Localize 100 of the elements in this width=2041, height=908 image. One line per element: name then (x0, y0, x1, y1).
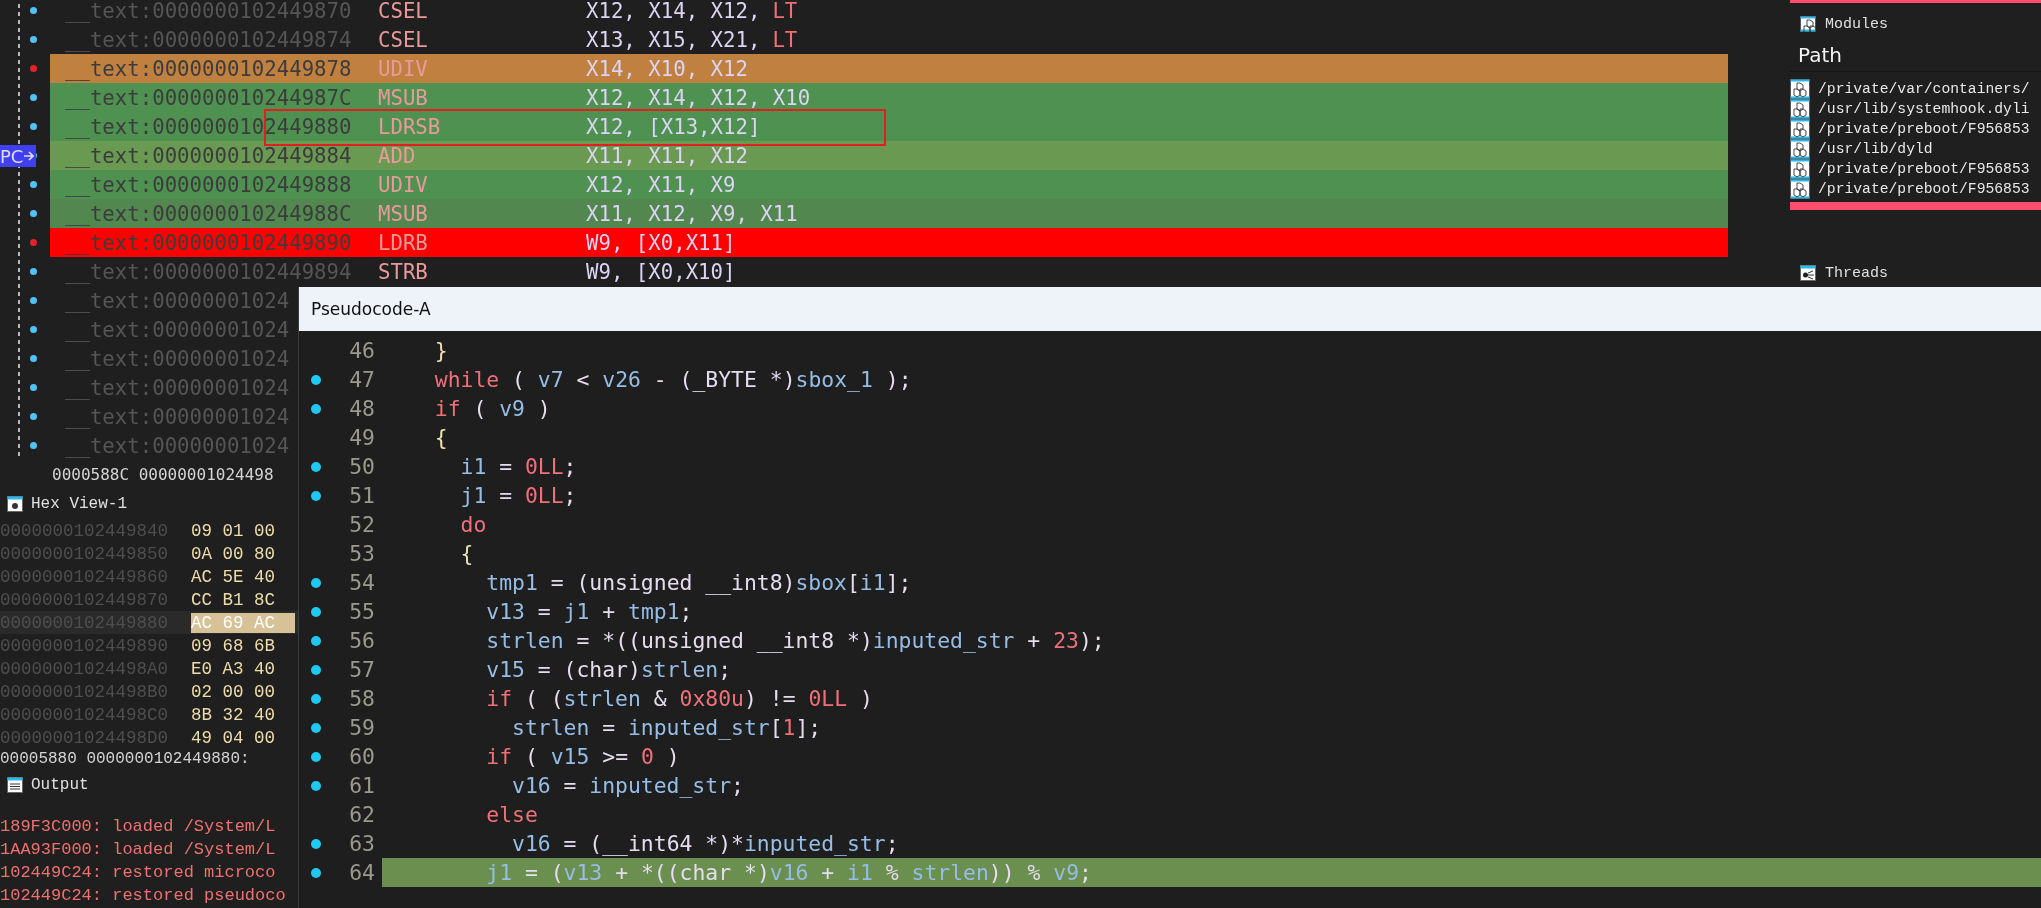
line-number: 51 (348, 483, 375, 508)
condition-code: LT (772, 27, 798, 52)
breakpoint-dot[interactable] (311, 693, 321, 704)
panel-title: Threads (1825, 264, 1888, 282)
operands: W9, [X0,X10] (586, 259, 736, 284)
hex-bytes: 09 01 00 (191, 520, 276, 541)
module-path[interactable]: /private/preboot/F956853 (1818, 161, 2030, 177)
code-line: v16 = inputed_str; (511, 772, 745, 800)
breakpoint-dot[interactable] (30, 181, 37, 188)
breakpoint-dot[interactable] (311, 838, 321, 849)
log-line: 189F3C000: loaded /System/L (0, 817, 276, 836)
column-header: Path (1790, 39, 2041, 72)
operands: W9, [X0,X11] (586, 230, 736, 255)
breakpoint-dot[interactable] (30, 297, 37, 304)
line-number: 62 (348, 802, 375, 827)
mnemonic: UDIV (378, 56, 429, 81)
breakpoint-dot[interactable] (30, 326, 37, 333)
breakpoint-dot[interactable] (30, 210, 37, 217)
breakpoint-dot[interactable] (311, 722, 321, 733)
hex-bytes: AC 5E 40 (191, 566, 276, 587)
line-number: 57 (348, 657, 375, 682)
breakpoint-dot[interactable] (311, 403, 321, 414)
window-title: Pseudocode-A (311, 299, 431, 319)
line-number: 47 (348, 367, 375, 392)
mnemonic: ADD (378, 143, 417, 168)
code-line: i1 = 0LL; (459, 453, 578, 481)
code-line: v15 = (char)strlen; (485, 656, 733, 684)
breakpoint-dot[interactable] (30, 442, 37, 449)
mnemonic: LDRSB (378, 114, 442, 139)
breakpoint-dot[interactable] (30, 36, 37, 43)
cubes-icon (1790, 119, 1810, 139)
line-number: 49 (348, 425, 375, 450)
panel-title: Hex View-1 (31, 495, 127, 513)
line-number: 56 (348, 628, 375, 653)
breakpoint-dot[interactable] (30, 268, 37, 275)
address-label: __text:0000000102449890 (64, 230, 353, 255)
cubes-icon (1790, 179, 1810, 199)
code-line: strlen = inputed_str[1]; (511, 714, 823, 742)
breakpoint-dot[interactable] (30, 65, 37, 72)
operands: X12, X14, X12, (586, 0, 761, 23)
breakpoint-dot[interactable] (311, 867, 321, 878)
line-number: 63 (348, 831, 375, 856)
condition-code: LT (772, 0, 798, 23)
branch-icon (1800, 265, 1816, 281)
breakpoint-dot[interactable] (311, 635, 321, 646)
operands: X12, [X13,X12] (586, 114, 761, 139)
breakpoint-dot[interactable] (311, 577, 321, 588)
code-line: if ( v9 ) (433, 395, 552, 423)
line-number: 50 (348, 454, 375, 479)
line-number: 58 (348, 686, 375, 711)
code-line: j1 = 0LL; (459, 482, 578, 510)
cubes-icon (1790, 159, 1810, 179)
operands: X11, X11, X12 (586, 143, 748, 168)
module-path[interactable]: /usr/lib/systemhook.dyli (1818, 101, 2030, 117)
window-icon (7, 496, 23, 512)
line-number: 64 (348, 860, 375, 885)
breakpoint-dot[interactable] (311, 461, 321, 472)
breakpoint-dot[interactable] (311, 664, 321, 675)
operands: X14, X10, X12 (586, 56, 748, 81)
code-line: if ( v15 >= 0 ) (485, 743, 681, 771)
breakpoint-dot[interactable] (311, 606, 321, 617)
cubes-icon (1800, 16, 1816, 32)
arrow-icon (24, 150, 35, 162)
line-number: 61 (348, 773, 375, 798)
breakpoint-dot[interactable] (30, 239, 37, 246)
list-icon (7, 777, 23, 793)
hex-bytes: AC 69 AC (191, 612, 295, 633)
breakpoint-dot[interactable] (30, 123, 37, 130)
address-label: __text:0000000102449888 (64, 172, 353, 197)
mnemonic: CSEL (378, 27, 429, 52)
mnemonic: MSUB (378, 85, 429, 110)
mnemonic: LDRB (378, 230, 429, 255)
breakpoint-dot[interactable] (311, 490, 321, 501)
hex-bytes: 8B 32 40 (191, 704, 276, 725)
line-number: 55 (348, 599, 375, 624)
module-path[interactable]: /private/var/containers/ (1818, 81, 2030, 97)
breakpoint-dot[interactable] (30, 355, 37, 362)
breakpoint-dot[interactable] (311, 751, 321, 762)
breakpoint-dot[interactable] (311, 374, 321, 385)
mnemonic: MSUB (378, 201, 429, 226)
breakpoint-dot[interactable] (30, 7, 37, 14)
module-path[interactable]: /usr/lib/dyld (1818, 141, 1933, 157)
log-line: 102449C24: restored pseudoco (0, 886, 286, 905)
panel-title: Modules (1825, 15, 1888, 33)
hex-bytes: 49 04 00 (191, 727, 276, 748)
cubes-icon (1790, 79, 1810, 99)
code-line: { (459, 540, 475, 568)
address-status: 00005880 0000000102449880: (0, 750, 250, 768)
breakpoint-dot[interactable] (30, 384, 37, 391)
line-number: 53 (348, 541, 375, 566)
code-line: if ( (strlen & 0x80u) != 0LL ) (485, 685, 874, 713)
hex-bytes: 09 68 6B (191, 635, 276, 656)
breakpoint-dot[interactable] (30, 413, 37, 420)
hex-bytes: CC B1 8C (191, 589, 276, 610)
breakpoint-dot[interactable] (311, 780, 321, 791)
breakpoint-dot[interactable] (30, 94, 37, 101)
module-path[interactable]: /private/preboot/F956853 (1818, 181, 2030, 197)
module-path[interactable]: /private/preboot/F956853 (1818, 121, 2030, 137)
operands: X12, X11, X9 (586, 172, 736, 197)
mnemonic: STRB (378, 259, 429, 284)
